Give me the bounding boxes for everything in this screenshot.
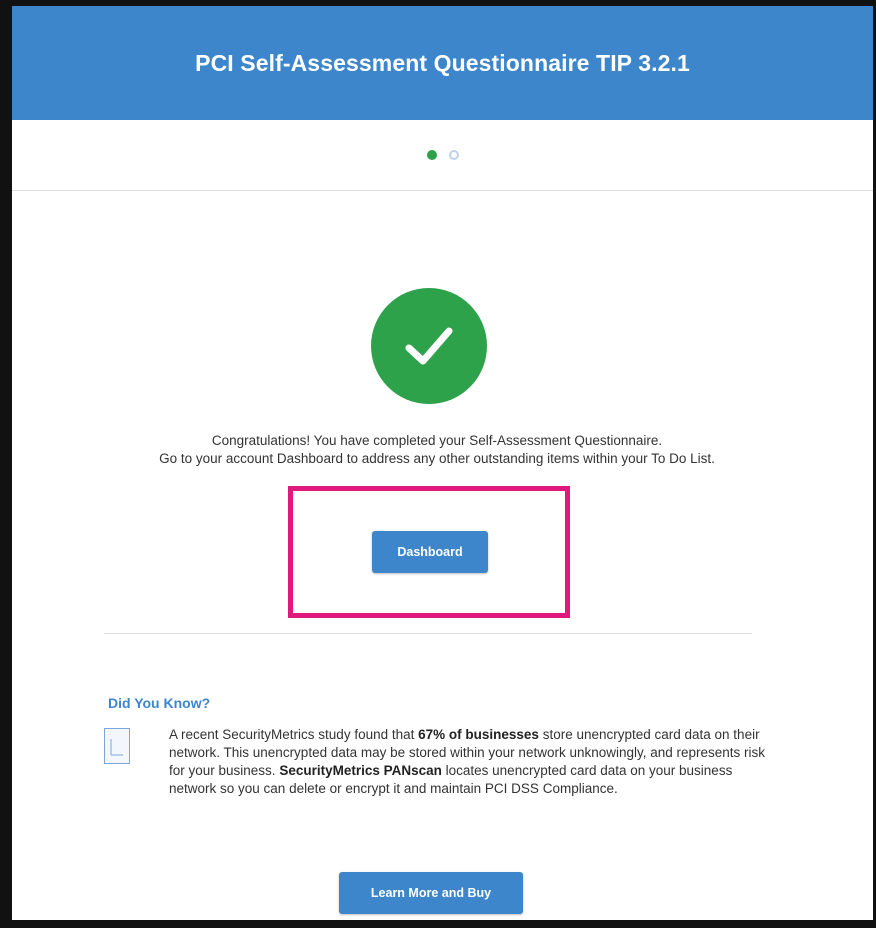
did-you-know-heading: Did You Know?: [108, 695, 211, 711]
step-indicator-incomplete: [448, 150, 459, 160]
document-icon-glyph: [110, 739, 123, 756]
page-title: PCI Self-Assessment Questionnaire TIP 3.…: [195, 49, 690, 76]
success-checkmark-icon: [371, 288, 487, 404]
learn-more-and-buy-button[interactable]: Learn More and Buy: [339, 872, 523, 914]
document-icon: [104, 728, 130, 764]
dyk-text-seg1: A recent SecurityMetrics study found tha…: [169, 727, 419, 742]
checkmark-icon: [405, 327, 453, 365]
completion-message: Congratulations! You have completed your…: [211, 433, 663, 448]
step-indicator-complete: [426, 150, 437, 160]
header-bar: PCI Self-Assessment Questionnaire TIP 3.…: [12, 6, 873, 120]
app-frame: PCI Self-Assessment Questionnaire TIP 3.…: [0, 0, 876, 928]
did-you-know-text: A recent SecurityMetrics study found tha…: [169, 726, 769, 798]
section-divider: [104, 633, 752, 634]
dashboard-instruction: Go to your account Dashboard to address …: [159, 451, 715, 466]
dashboard-button[interactable]: Dashboard: [372, 531, 488, 573]
progress-stepper: [12, 120, 873, 191]
dyk-stat-highlight: 67% of businesses: [418, 727, 539, 742]
dyk-product-name: SecurityMetrics PANscan: [279, 763, 442, 778]
